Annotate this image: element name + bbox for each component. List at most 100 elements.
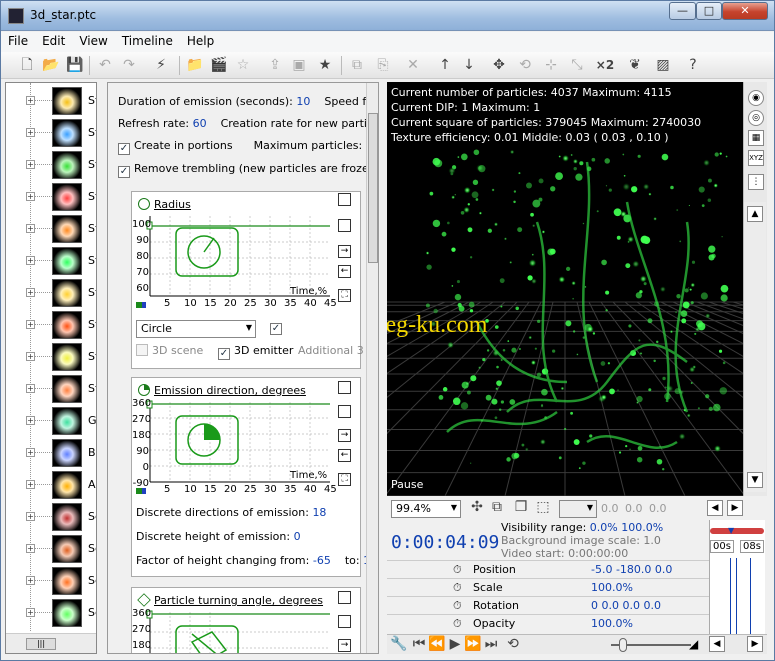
zoom-select[interactable]: 99.4% ▼ [391,500,461,518]
open-folder-icon[interactable]: 📂 [41,56,61,75]
stopwatch-icon[interactable]: ⏱ [453,563,462,577]
remove-trembling-checkbox[interactable]: ✓ [118,166,130,178]
expand-icon[interactable]: + [26,448,35,457]
radius-fit-icon[interactable]: ⛶ [338,289,351,302]
radius-back-icon[interactable]: ← [338,265,351,278]
viewport-scrollbar[interactable]: ▲ ▼ [744,202,766,492]
timeline-row[interactable]: ⏱ Rotation 0 0.0 0.0 0.0 [387,596,709,614]
expand-icon[interactable]: + [26,96,35,105]
discrete-height-value[interactable]: 0 [294,530,301,543]
paste-icon[interactable]: ⎘ [373,56,393,75]
align-icon[interactable]: ⊹ [541,56,561,75]
arrange-icon[interactable]: ✣ [467,498,487,517]
clapper-icon[interactable]: 🎬 [209,56,229,75]
turning-copy-icon[interactable] [338,591,351,604]
tree-item[interactable]: + Se [6,597,96,629]
menu-help[interactable]: Help [180,32,221,50]
xyz-axis-icon[interactable]: XYZ [748,150,764,166]
redo-icon[interactable]: ↷ [119,56,139,75]
emission-graph[interactable] [136,400,332,496]
maximize-button[interactable]: □ [696,2,722,20]
leaf-icon[interactable]: ❦ [625,56,645,75]
tree-item[interactable]: + St [6,213,96,245]
radius-paste-icon[interactable] [338,219,351,232]
minimize-button[interactable]: — [669,2,696,20]
select-frame-icon[interactable]: ⬚ [533,498,553,517]
expand-icon[interactable]: + [26,480,35,489]
expand-icon[interactable]: + [26,384,35,393]
export-icon[interactable]: ⇪ [265,56,285,75]
magic-wand-icon[interactable]: ⚡ [151,56,171,75]
properties-scroll-thumb[interactable] [368,113,378,263]
move-down-icon[interactable]: ↓ [459,56,479,75]
tree-item[interactable]: + A [6,469,96,501]
delete-icon[interactable]: ✕ [403,56,423,75]
new-file-icon[interactable]: 🗋 [17,56,37,75]
radius-extra-checkbox[interactable]: ✓ [270,323,282,335]
tree-item[interactable]: + St [6,85,96,117]
close-button[interactable]: ✕ [722,2,768,20]
volume-slider-thumb[interactable] [619,638,627,652]
tree-item[interactable]: + St [6,309,96,341]
stopwatch-icon[interactable]: ⏱ [453,599,462,613]
timeline-row[interactable]: ⏱ Opacity 100.0% [387,614,709,632]
double-icon[interactable]: ×2 [595,56,615,75]
scene3d-checkbox[interactable] [136,344,148,356]
preview-viewport[interactable]: Current number of particles: 4037 Maximu… [387,82,743,496]
tree-item[interactable]: + St [6,181,96,213]
go-end-icon[interactable]: ⏭ [481,635,501,654]
timeline-track[interactable]: ▼ 00s 08s [709,520,765,636]
play-icon[interactable]: ▶ [445,635,465,654]
folder-icon[interactable]: 📁 [185,56,205,75]
radius-copy-icon[interactable] [338,193,351,206]
turning-graph[interactable] [136,610,332,654]
menu-timeline[interactable]: Timeline [115,32,180,50]
star-icon[interactable]: ☆ [233,56,253,75]
camera-icon[interactable]: ◉ [748,90,764,106]
expand-icon[interactable]: + [26,352,35,361]
emission-forward-icon[interactable]: → [338,429,351,442]
stopwatch-icon[interactable]: ⏱ [453,617,462,631]
copy-folder-icon[interactable]: ⧉ [347,56,367,75]
emission-fit-icon[interactable]: ⛶ [338,473,351,486]
ruler-icon[interactable]: ⋮ [748,174,764,190]
timeline-row[interactable]: ⏱ Position -5.0 -180.0 0.0 [387,560,709,578]
timeline-row[interactable]: ⏱ Scale 100.0% [387,578,709,596]
mode-select[interactable]: ▼ [559,500,597,518]
tree-item[interactable]: + Se [6,533,96,565]
tree-item[interactable]: + St [6,149,96,181]
tree-item[interactable]: + Se [6,565,96,597]
undo-icon[interactable]: ↶ [95,56,115,75]
menu-view[interactable]: View [72,32,114,50]
export-clip-icon[interactable]: ▣ [289,56,309,75]
tree-item[interactable]: + G [6,405,96,437]
timeline-row-values[interactable]: -5.0 -180.0 0.0 [591,563,672,576]
expand-icon[interactable]: + [26,512,35,521]
radius-forward-icon[interactable]: → [338,245,351,258]
turning-paste-icon[interactable] [338,615,351,628]
save-icon[interactable]: 💾 [65,56,85,75]
properties-scrollbar[interactable] [366,83,378,653]
expand-icon[interactable]: + [26,288,35,297]
scroll-up-icon[interactable]: ▲ [747,206,763,222]
timeline-scroll-right-icon[interactable]: ▶ [747,636,763,652]
emission-copy-icon[interactable] [338,381,351,394]
copy-frame-icon[interactable]: ❐ [511,498,531,517]
grid-icon[interactable]: ▦ [748,130,764,146]
timeline-row-values[interactable]: 0 0.0 0.0 0.0 [591,599,661,612]
scroll-down-icon[interactable]: ▼ [747,472,763,488]
tree-item[interactable]: + St [6,373,96,405]
star-add-icon[interactable]: ★ [315,56,335,75]
timeline-row-values[interactable]: 100.0% [591,581,633,594]
image-icon[interactable]: ▨ [653,56,673,75]
target-icon[interactable]: ◎ [748,110,764,126]
layers-icon[interactable]: ⧉ [487,498,507,517]
duration-value[interactable]: 10 [296,95,310,108]
emission-paste-icon[interactable] [338,405,351,418]
tree-item[interactable]: + Bl [6,437,96,469]
turning-forward-icon[interactable]: → [338,639,351,652]
menu-edit[interactable]: Edit [35,32,72,50]
scroll-right-icon[interactable]: ▶ [727,500,743,516]
shape-select[interactable]: Circle ▼ [136,320,256,338]
tree-item[interactable]: + St [6,341,96,373]
